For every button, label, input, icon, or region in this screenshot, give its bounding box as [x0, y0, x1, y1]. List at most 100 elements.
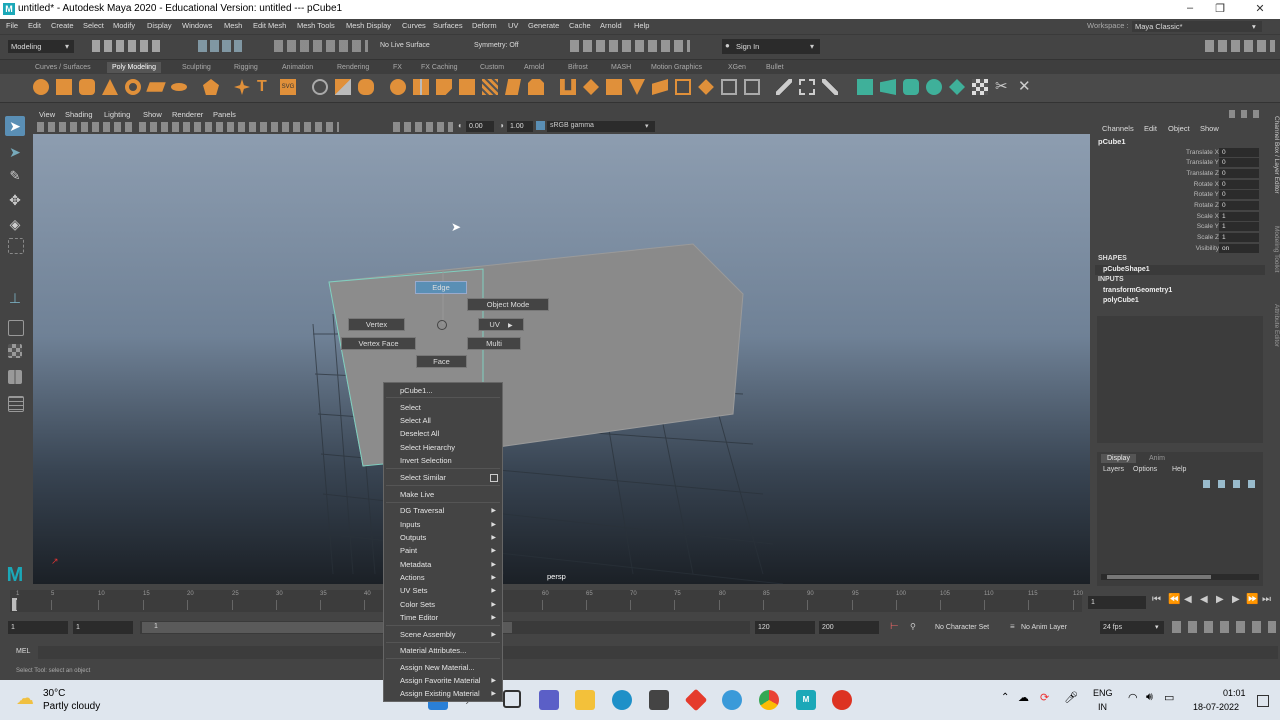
poly-cone-icon[interactable]	[102, 79, 118, 95]
menu-item-select-all[interactable]: Select All	[400, 416, 431, 425]
colorspace-toggle-icon[interactable]	[536, 121, 545, 130]
attr-value[interactable]: 0	[1219, 148, 1259, 157]
marking-menu-multi[interactable]: Multi	[467, 337, 521, 350]
menu-edit[interactable]: Edit	[28, 21, 41, 30]
attr-value[interactable]: 0	[1219, 190, 1259, 199]
attr-visibility[interactable]: Visibility on	[1095, 244, 1265, 254]
option-box-icon[interactable]	[490, 474, 498, 482]
attr-rotate-x[interactable]: Rotate X0	[1095, 180, 1265, 190]
cut-uv-icon[interactable]: ✂	[995, 79, 1011, 95]
scroll-thumb[interactable]	[1107, 575, 1211, 579]
panel-menu-panels[interactable]: Panels	[213, 110, 236, 119]
gamma-field[interactable]: 1.00	[507, 121, 533, 132]
marking-menu-edge[interactable]: Edge	[415, 281, 467, 294]
layer-tab-display[interactable]: Display	[1101, 454, 1136, 463]
menu-display[interactable]: Display	[147, 21, 172, 30]
shelf-tab-active[interactable]: Poly Modeling	[107, 62, 161, 73]
panel-menu-lighting[interactable]: Lighting	[104, 110, 130, 119]
auto-key-icon[interactable]: ⊢	[890, 621, 899, 632]
attr-value[interactable]: 0	[1219, 201, 1259, 210]
layer-action-icons[interactable]	[1203, 480, 1259, 488]
live-surface-label[interactable]: No Live Surface	[380, 42, 430, 49]
battery-icon[interactable]: ▭	[1164, 691, 1174, 704]
separate-icon[interactable]	[335, 79, 351, 95]
menu-item-pcube1[interactable]: pCube1...	[400, 386, 433, 395]
auto-map-icon[interactable]	[949, 79, 965, 95]
menu-modify[interactable]: Modify	[113, 21, 135, 30]
symmetry-label[interactable]: Symmetry: Off	[474, 42, 519, 49]
play-forward-icon[interactable]: ▶	[1216, 594, 1224, 605]
panel-menu-view[interactable]: View	[39, 110, 55, 119]
attr-translate-x[interactable]: Translate X0	[1095, 148, 1265, 158]
poly-sphere-icon[interactable]	[33, 79, 49, 95]
platonic-solid-icon[interactable]	[203, 79, 219, 95]
menu-item-paint[interactable]: Paint	[400, 546, 417, 555]
wifi-icon[interactable]: ◠	[1128, 691, 1138, 704]
menu-item-scene-assembly[interactable]: Scene Assembly	[400, 630, 455, 639]
display-mode-icons[interactable]	[139, 122, 339, 132]
marking-menu-vertex[interactable]: Vertex	[348, 318, 405, 331]
shelf-tab[interactable]: Arnold	[524, 64, 544, 71]
collapse-icon[interactable]	[629, 79, 645, 95]
shelf-tab[interactable]: Rigging	[234, 64, 258, 71]
shape-row[interactable]: pCubeShape1	[1095, 265, 1265, 275]
playback-start-field[interactable]: 1	[73, 621, 133, 634]
menu-item-select-similar[interactable]: Select Similar	[400, 473, 446, 482]
insert-edge-loop-icon[interactable]	[675, 79, 691, 95]
uv-editor-icon[interactable]	[857, 79, 873, 95]
menu-select[interactable]: Select	[83, 21, 104, 30]
side-tab-attribute-editor[interactable]: Attribute Editor	[1268, 304, 1280, 364]
offset-edge-loop-icon[interactable]	[698, 79, 714, 95]
move-tool-icon[interactable]: ✥	[5, 190, 25, 210]
shelf-tab[interactable]: Bullet	[766, 64, 784, 71]
mel-label[interactable]: MEL	[16, 648, 30, 655]
menu-create[interactable]: Create	[51, 21, 74, 30]
target-weld-icon[interactable]	[744, 79, 760, 95]
shelf-tab[interactable]: MASH	[611, 64, 631, 71]
tray-overflow-icon[interactable]: ⌃	[1001, 692, 1009, 703]
single-perspective-layout-icon[interactable]	[8, 320, 24, 336]
go-to-start-icon[interactable]: ⏮	[1152, 594, 1161, 605]
attr-rotate-y[interactable]: Rotate Y0	[1095, 190, 1265, 200]
language-eng[interactable]: ENG	[1093, 688, 1113, 698]
task-view-icon[interactable]	[503, 690, 521, 708]
menu-arnold[interactable]: Arnold	[600, 21, 622, 30]
spin-edge-icon[interactable]	[822, 79, 838, 95]
menu-item-color-sets[interactable]: Color Sets	[400, 600, 435, 609]
reduce-icon[interactable]	[482, 79, 498, 95]
attr-value[interactable]: 1	[1219, 212, 1259, 221]
marking-menu-object-mode[interactable]: Object Mode	[467, 298, 549, 311]
menu-surfaces[interactable]: Surfaces	[433, 21, 463, 30]
input-node[interactable]: polyCube1	[1103, 297, 1139, 304]
menu-item-metadata[interactable]: Metadata	[400, 560, 431, 569]
bevel-icon[interactable]	[528, 79, 544, 95]
cylindrical-map-icon[interactable]	[903, 79, 919, 95]
workspace-dropdown[interactable]: Maya Classic* ▾	[1132, 21, 1262, 32]
attr-translate-z[interactable]: Translate Z0	[1095, 169, 1265, 179]
tray-sync-icon[interactable]: ⟳	[1040, 691, 1049, 704]
menu-item-dg-traversal[interactable]: DG Traversal	[400, 506, 444, 515]
panel-toggle-icons[interactable]	[1205, 40, 1275, 52]
layer-tab-anim[interactable]: Anim	[1149, 455, 1165, 462]
attr-rotate-z[interactable]: Rotate Z0	[1095, 201, 1265, 211]
edge-flow-icon[interactable]	[799, 79, 815, 95]
rotate-tool-icon[interactable]: ◈	[5, 214, 25, 234]
channel-box-tab-show[interactable]: Show	[1200, 124, 1219, 133]
menu-edit-mesh[interactable]: Edit Mesh	[253, 21, 286, 30]
menu-help[interactable]: Help	[634, 21, 649, 30]
menu-curves[interactable]: Curves	[402, 21, 426, 30]
panel-menu-shading[interactable]: Shading	[65, 110, 93, 119]
playback-end-field[interactable]: 120	[755, 621, 815, 634]
svg-tool-icon[interactable]: SVG	[280, 79, 296, 95]
shelf-tab[interactable]: Rendering	[337, 64, 369, 71]
menu-item-time-editor[interactable]: Time Editor	[400, 613, 438, 622]
input-node[interactable]: transformGeometry1	[1103, 287, 1172, 294]
attr-scale-y[interactable]: Scale Y1	[1095, 222, 1265, 232]
scene-file-icons[interactable]	[92, 40, 164, 52]
command-input[interactable]	[38, 646, 1278, 659]
attr-scale-z[interactable]: Scale Z1	[1095, 233, 1265, 243]
current-frame-field[interactable]: 1	[1088, 596, 1146, 609]
object-name[interactable]: pCube1	[1098, 137, 1126, 146]
menu-item-make-live[interactable]: Make Live	[400, 490, 434, 499]
file-explorer-icon[interactable]	[575, 690, 595, 710]
